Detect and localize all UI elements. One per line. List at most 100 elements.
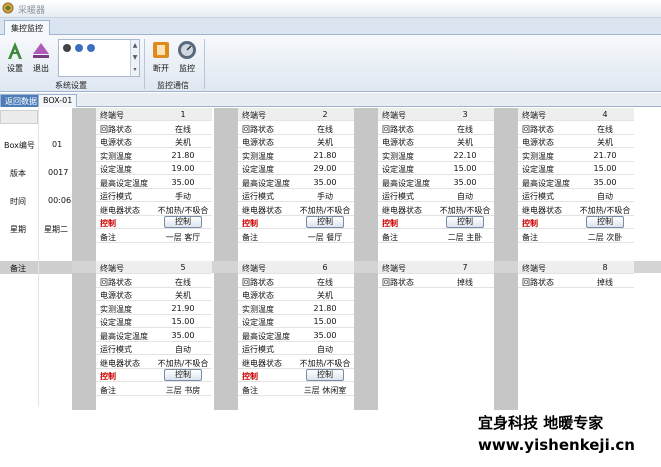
ribbon-tab-monitor[interactable]: 集控监控 [4, 20, 50, 35]
box-id-row: Box编号 01 [0, 138, 72, 152]
mode-value: 自动 [175, 345, 191, 354]
terminal-row-mode: 运行模式 自动 [238, 342, 354, 355]
terminal-row-mode: 运行模式 手动 [96, 189, 212, 202]
terminal-row-actual-temp: 实测温度 21.70 [518, 149, 634, 162]
power-value: 关机 [317, 291, 333, 300]
max-temp-value: 35.00 [453, 177, 477, 187]
disconnect-button[interactable]: 断开 [149, 39, 173, 74]
set-temp-label: 设定温度 [100, 165, 132, 174]
actual-temp-label: 实测温度 [242, 304, 274, 314]
terminal-row-relay: 继电器状态 不加热/不吸合 [238, 356, 354, 369]
control-button[interactable]: 控制 [446, 216, 484, 228]
power-label: 电源状态 [242, 138, 274, 147]
terminal-row-control: 控制 控制 [518, 216, 634, 229]
monitor-button[interactable]: 监控 [175, 39, 199, 74]
control-button[interactable]: 控制 [586, 216, 624, 228]
settings-button[interactable]: 设置 [3, 39, 27, 74]
tab-return-data[interactable]: 返回数据 [0, 94, 42, 107]
status-dot-icon [87, 44, 95, 52]
note-value: 一层 客厅 [165, 232, 201, 242]
terminal-label: 终端号 [100, 264, 124, 273]
relay-label: 继电器状态 [382, 205, 422, 215]
terminal-value: 3 [462, 110, 468, 119]
control-button[interactable]: 控制 [164, 369, 202, 381]
loop-value: 在线 [317, 124, 333, 134]
terminal-row-terminal: 终端号 7 [378, 261, 494, 274]
weekday-row: 星期 星期二 [0, 222, 72, 236]
terminal-row-mode: 运行模式 自动 [96, 342, 212, 355]
terminal-value: 4 [602, 110, 608, 119]
terminal-row-power: 电源状态 关机 [238, 135, 354, 148]
disconnect-icon [153, 42, 169, 58]
note-label: 备注 [100, 385, 116, 395]
version-value: 0017 [48, 168, 69, 177]
ribbon: 设置 退出 ▲ ▼ ▾ 系统设置 断开 监控 监控通信 [0, 35, 661, 92]
column-separator [214, 273, 238, 410]
loop-value: 掉线 [457, 277, 473, 287]
control-button[interactable]: 控制 [164, 216, 202, 228]
column-separator [354, 273, 378, 410]
power-value: 关机 [317, 138, 333, 147]
terminal-row-control: 控制 控制 [96, 216, 212, 229]
expand-icon[interactable]: ▾ [131, 64, 139, 76]
loop-label: 回路状态 [242, 277, 274, 287]
gallery-scrollbar[interactable]: ▲ ▼ ▾ [130, 40, 139, 76]
mode-value: 手动 [317, 192, 333, 201]
max-temp-label: 最高设定温度 [100, 331, 148, 341]
terminal-row-loop: 回路状态 在线 [96, 122, 212, 135]
terminal-row-terminal: 终端号 8 [518, 261, 634, 274]
loop-label: 回路状态 [522, 124, 554, 134]
loop-value: 在线 [175, 277, 191, 287]
window-title: 采暖器 [18, 6, 46, 16]
terminal-row-power: 电源状态 关机 [378, 135, 494, 148]
note-label: 备注 [242, 385, 258, 395]
terminal-row-set-temp: 设定温度 15.00 [378, 162, 494, 175]
terminal-row-loop: 回路状态 在线 [378, 122, 494, 135]
loop-value: 在线 [317, 277, 333, 287]
power-label: 电源状态 [100, 291, 132, 300]
set-temp-value: 29.00 [313, 164, 337, 173]
terminal-row-terminal: 终端号 3 [378, 108, 494, 121]
terminal-row-relay: 继电器状态 不加热/不吸合 [96, 203, 212, 216]
weekday-value: 星期二 [44, 225, 68, 234]
set-temp-value: 15.00 [593, 164, 617, 173]
terminal-row-set-temp: 设定温度 15.00 [518, 162, 634, 175]
terminal-row-note: 备注 三层 休闲室 [238, 383, 354, 396]
version-label: 版本 [10, 169, 26, 178]
mode-label: 运行模式 [522, 192, 554, 201]
time-row: 时间 00:06 [0, 194, 72, 208]
terminal-row-note: 备注 二层 主卧 [378, 230, 494, 243]
group-label-system: 系统设置 [55, 81, 87, 90]
tab-box-01[interactable]: BOX-01 [38, 94, 78, 107]
settings-icon [8, 42, 22, 59]
control-button[interactable]: 控制 [306, 216, 344, 228]
terminal-row-control: 控制 控制 [238, 369, 354, 382]
terminal-value: 6 [322, 263, 328, 272]
box-id-value: 01 [52, 140, 63, 149]
scroll-up-icon[interactable]: ▲ [131, 40, 139, 52]
mode-value: 自动 [317, 345, 333, 354]
terminal-row-mode: 运行模式 手动 [238, 189, 354, 202]
exit-button[interactable]: 退出 [29, 39, 53, 74]
terminal-row-max-temp: 最高设定温度 35.00 [238, 176, 354, 189]
terminal-label: 终端号 [522, 264, 546, 273]
terminal-row-relay: 继电器状态 不加热/不吸合 [238, 203, 354, 216]
relay-value: 不加热/不吸合 [157, 205, 209, 215]
max-temp-value: 35.00 [593, 177, 617, 187]
power-label: 电源状态 [382, 138, 414, 147]
actual-temp-value: 21.80 [313, 150, 337, 160]
column-separator [494, 273, 518, 410]
loop-label: 回路状态 [382, 124, 414, 134]
header-cell [0, 110, 38, 124]
note-label: 备注 [382, 232, 398, 242]
scroll-down-icon[interactable]: ▼ [131, 52, 139, 64]
terminal-row-loop: 回路状态 在线 [238, 275, 354, 288]
loop-label: 回路状态 [100, 124, 132, 134]
terminal-row-max-temp: 最高设定温度 35.00 [96, 176, 212, 189]
actual-temp-value: 21.90 [171, 303, 195, 313]
relay-value: 不加热/不吸合 [579, 205, 631, 215]
control-button[interactable]: 控制 [306, 369, 344, 381]
actual-temp-value: 22.10 [453, 150, 477, 160]
relay-value: 不加热/不吸合 [439, 205, 491, 215]
system-settings-gallery[interactable]: ▲ ▼ ▾ [58, 39, 140, 77]
